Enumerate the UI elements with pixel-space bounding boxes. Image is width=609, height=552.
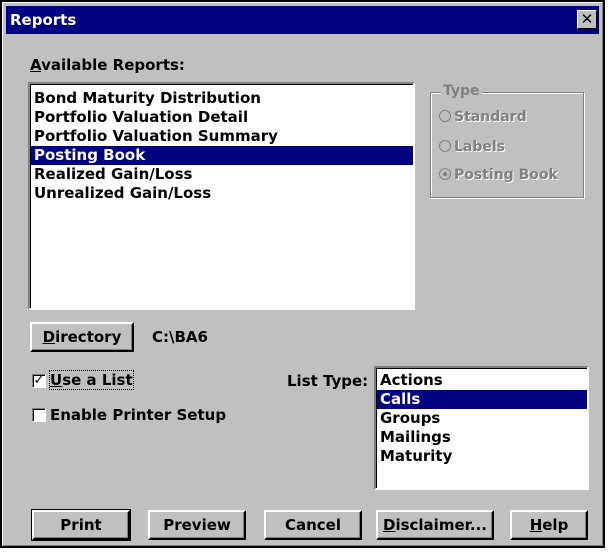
radio-labels: Labels [439,137,505,157]
list-item[interactable]: Unrealized Gain/Loss [31,184,413,203]
list-item[interactable]: Groups [377,409,587,428]
list-item[interactable]: Maturity [377,447,587,466]
use-list-checkbox[interactable]: ✓ [32,374,46,388]
type-group-title: Type [441,83,482,99]
cancel-button[interactable]: Cancel [264,510,362,540]
list-item[interactable]: Mailings [377,428,587,447]
preview-button[interactable]: Preview [148,510,246,540]
list-type-list[interactable]: Actions Calls Groups Mailings Maturity [374,366,589,490]
radio-selected-icon [439,168,451,180]
list-item[interactable]: Portfolio Valuation Detail [31,108,413,127]
radio-standard: Standard [439,107,527,127]
list-item[interactable]: Bond Maturity Distribution [31,89,413,108]
list-item-selected[interactable]: Calls [377,390,587,409]
list-item[interactable]: Realized Gain/Loss [31,165,413,184]
close-button[interactable]: ✕ [577,10,597,29]
printer-setup-label[interactable]: Enable Printer Setup [50,406,226,424]
available-reports-label: Available Reports: [30,56,185,74]
available-reports-list[interactable]: Bond Maturity Distribution Portfolio Val… [28,82,415,310]
checkmark-icon: ✓ [33,373,45,388]
radio-icon [439,140,451,152]
title-bar: Reports ✕ [6,6,599,34]
type-groupbox: Type Standard Labels Posting Book [430,83,584,198]
printer-setup-checkbox[interactable] [32,408,46,422]
list-item[interactable]: Actions [377,371,587,390]
list-item[interactable]: Portfolio Valuation Summary [31,127,413,146]
close-icon: ✕ [580,10,594,28]
use-list-label[interactable]: Use a List [49,370,134,390]
help-button[interactable]: Help [510,510,588,540]
radio-posting-book: Posting Book [439,165,558,185]
radio-icon [439,110,451,122]
print-button[interactable]: Print [31,509,131,541]
reports-dialog: Reports ✕ Available Reports: Bond Maturi… [0,0,605,548]
window-title: Reports [10,11,77,29]
list-item-selected[interactable]: Posting Book [31,146,413,165]
list-type-label: List Type: [287,372,369,390]
disclaimer-button[interactable]: Disclaimer... [376,510,494,540]
directory-path: C:\BA6 [152,328,208,346]
directory-button[interactable]: Directory [30,322,134,352]
